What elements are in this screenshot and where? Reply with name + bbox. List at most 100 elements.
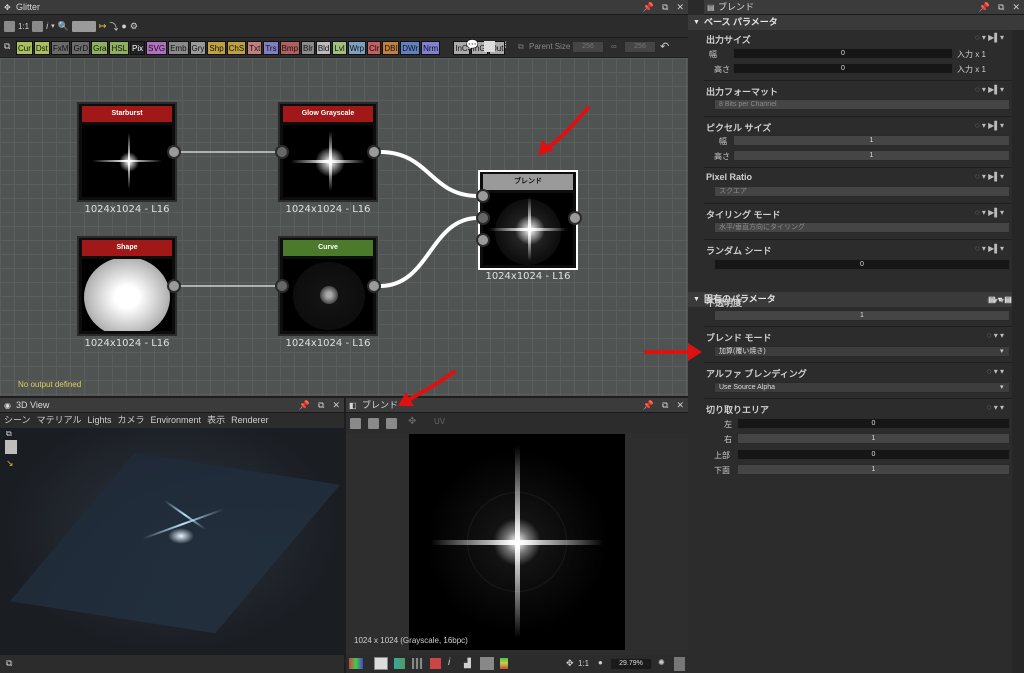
crop-right-field[interactable]: 1 bbox=[737, 433, 1010, 444]
zoom-out-icon[interactable]: ● bbox=[598, 658, 603, 667]
param-options-icon[interactable]: ◌ ▾ ▶▌▾ bbox=[975, 121, 1004, 130]
alpha-blending-select[interactable]: Use Source Alpha bbox=[714, 382, 1010, 393]
node-button-fxm[interactable]: FxM bbox=[50, 41, 71, 55]
float-icon[interactable]: ⧉ bbox=[662, 0, 668, 15]
pin-icon[interactable]: 📌 bbox=[979, 0, 990, 15]
node-button-grd[interactable]: GrD bbox=[71, 41, 91, 55]
selected-tool-icon[interactable] bbox=[480, 657, 494, 670]
tile-icon[interactable] bbox=[394, 658, 405, 669]
glow-input-port[interactable] bbox=[275, 145, 289, 159]
palette-link-icon[interactable]: ⧉ bbox=[4, 41, 10, 52]
color-channel-icon[interactable] bbox=[349, 658, 363, 669]
fit-icon[interactable]: ✥ bbox=[566, 658, 574, 669]
starburst-output-port[interactable] bbox=[167, 145, 181, 159]
info-node-icon[interactable]: ⁝ bbox=[504, 40, 507, 51]
output-format-field[interactable]: 8 Bits per Channel bbox=[714, 99, 1010, 110]
curve-output-port[interactable] bbox=[367, 279, 381, 293]
channel-icon[interactable]: ✥ bbox=[408, 416, 416, 427]
node-button-bmp[interactable]: Bmp bbox=[279, 41, 301, 55]
output-width-field[interactable]: 0 bbox=[733, 48, 953, 59]
param-options-icon[interactable]: ◌ ▾ ▶▌▾ bbox=[975, 33, 1004, 42]
brush-tool-icon[interactable] bbox=[5, 440, 17, 454]
pin-icon[interactable]: 📌 bbox=[643, 398, 654, 413]
lock-icon[interactable] bbox=[674, 657, 685, 671]
window-move-icon[interactable]: ✥ bbox=[4, 0, 11, 15]
zoom-in-icon[interactable]: ✺ bbox=[658, 658, 665, 667]
save-icon[interactable] bbox=[368, 418, 379, 429]
node-button-chs[interactable]: ChS bbox=[226, 41, 247, 55]
close-icon[interactable]: ✕ bbox=[332, 398, 340, 413]
uv-label[interactable]: UV bbox=[434, 417, 445, 426]
link-tool-icon[interactable]: ↦ bbox=[99, 21, 107, 32]
graph-icon[interactable] bbox=[4, 20, 15, 32]
node-starburst[interactable]: Starburst bbox=[77, 102, 177, 202]
close-icon[interactable]: ✕ bbox=[1012, 0, 1020, 15]
info-icon[interactable]: i bbox=[448, 657, 450, 668]
menu-item-3[interactable]: カメラ bbox=[118, 413, 145, 428]
zoom-ratio[interactable]: 1:1 bbox=[578, 659, 589, 668]
node-curve[interactable]: Curve bbox=[278, 236, 378, 336]
tile-mode-icon[interactable] bbox=[430, 658, 441, 669]
node-button-nrm[interactable]: Nrm bbox=[421, 41, 441, 55]
float-icon[interactable]: ⧉ bbox=[998, 0, 1004, 15]
settings-icon[interactable]: ⚙ bbox=[130, 21, 138, 32]
chevron-down-icon[interactable]: ▾ bbox=[1000, 383, 1004, 391]
menu-item-5[interactable]: 表示 bbox=[207, 413, 225, 428]
blend-output-port[interactable] bbox=[568, 211, 582, 225]
curve-input-port[interactable] bbox=[275, 279, 289, 293]
chevron-down-icon[interactable]: ▾ bbox=[1000, 347, 1004, 355]
crop-bottom-field[interactable]: 1 bbox=[737, 464, 1010, 475]
parent-width-field[interactable]: 256 bbox=[572, 41, 604, 53]
glow-output-port[interactable] bbox=[367, 145, 381, 159]
output-height-field[interactable]: 0 bbox=[733, 63, 953, 74]
base-params-header[interactable]: ▼ ベース パラメータ bbox=[688, 15, 1024, 30]
node-glow-grayscale[interactable]: Glow Grayscale bbox=[278, 102, 378, 202]
param-options-icon[interactable]: ◌ ▾ ▶▌▾ bbox=[975, 172, 1004, 181]
node-button-lvl[interactable]: Lvl bbox=[332, 41, 347, 55]
histogram-icon[interactable]: ▟ bbox=[464, 658, 471, 669]
pick-tool-icon[interactable]: ↘ bbox=[6, 458, 14, 469]
view3d-viewport[interactable]: ⧉ ↘ bbox=[0, 428, 344, 655]
select-tool-icon[interactable] bbox=[71, 20, 96, 32]
zoom-percent-field[interactable]: 29.79% bbox=[610, 658, 652, 670]
pixel-width-field[interactable]: 1 bbox=[733, 135, 1010, 146]
menu-item-0[interactable]: シーン bbox=[4, 413, 31, 428]
node-button-bld[interactable]: Bld bbox=[315, 41, 332, 55]
crop-left-field[interactable]: 0 bbox=[737, 418, 1010, 429]
menu-item-6[interactable]: Renderer bbox=[231, 413, 269, 428]
node-button-cur[interactable]: Cur bbox=[16, 41, 33, 55]
dropdown-icon[interactable]: ▾ bbox=[51, 22, 55, 30]
bomb-icon[interactable]: ● bbox=[121, 21, 126, 31]
node-button-trs[interactable]: Trs bbox=[263, 41, 279, 55]
node-button-gry[interactable]: Gry bbox=[189, 41, 207, 55]
view3d-tool-icon[interactable]: ⧉ bbox=[6, 429, 12, 439]
node-button-pix[interactable]: Pix bbox=[130, 41, 146, 55]
param-options-icon[interactable]: ◌ ▾ ▶▌▾ bbox=[975, 208, 1004, 217]
close-icon[interactable]: ✕ bbox=[676, 0, 684, 15]
zoom-1-1-button[interactable]: 1:1 bbox=[18, 22, 29, 31]
menu-item-4[interactable]: Environment bbox=[151, 413, 202, 428]
node-button-emb[interactable]: Emb bbox=[168, 41, 189, 55]
preview-viewport[interactable]: 1024 x 1024 (Grayscale, 16bpc) bbox=[346, 433, 688, 655]
node-button-svg[interactable]: SVG bbox=[146, 41, 168, 55]
info-icon[interactable]: i bbox=[46, 21, 48, 31]
blend-mode-select[interactable]: 加算(覆い焼き) bbox=[714, 346, 1010, 357]
grid-icon[interactable] bbox=[412, 658, 423, 669]
props-scrollbar[interactable] bbox=[1012, 30, 1024, 673]
parent-height-field[interactable]: 256 bbox=[624, 41, 656, 53]
frame-node-icon[interactable] bbox=[484, 41, 495, 52]
param-options-icon[interactable]: ◌ ▾ ▾ bbox=[987, 331, 1004, 340]
menu-item-2[interactable]: Lights bbox=[87, 413, 111, 428]
blend-background-port[interactable] bbox=[476, 211, 490, 225]
crop-top-field[interactable]: 0 bbox=[737, 449, 1010, 460]
node-button-dwr[interactable]: DWr bbox=[400, 41, 421, 55]
param-options-icon[interactable]: ◌ ▾ ▾ bbox=[987, 296, 1004, 305]
close-icon[interactable]: ✕ bbox=[676, 398, 684, 413]
opacity-field[interactable]: 1 bbox=[714, 310, 1010, 321]
menu-item-1[interactable]: マテリアル bbox=[37, 413, 82, 428]
export-icon[interactable] bbox=[386, 418, 397, 429]
node-shape[interactable]: Shape bbox=[77, 236, 177, 336]
node-button-blr[interactable]: Blr bbox=[301, 41, 315, 55]
node-button-txt[interactable]: Txt bbox=[247, 41, 263, 55]
blend-mask-port[interactable] bbox=[476, 233, 490, 247]
